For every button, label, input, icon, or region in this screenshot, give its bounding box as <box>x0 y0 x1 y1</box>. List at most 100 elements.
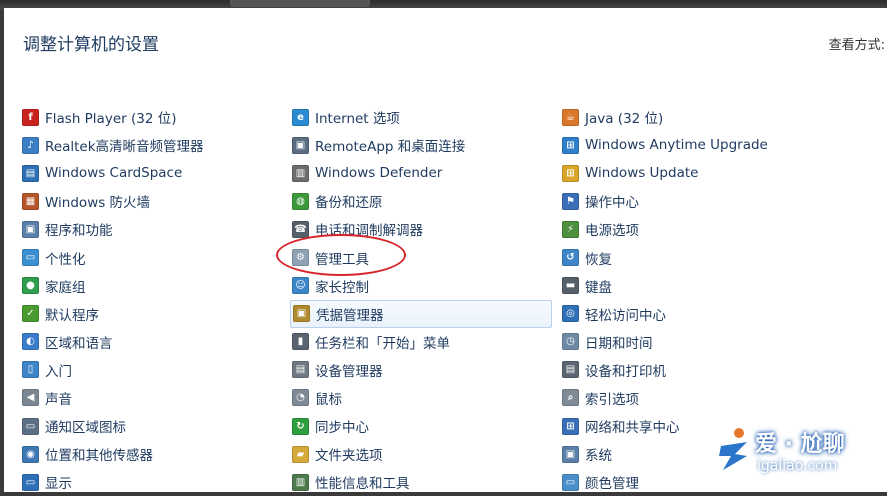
realtek-audio-icon: ♪ <box>22 136 39 154</box>
control-panel-item[interactable]: ▮ 任务栏和「开始」菜单 <box>290 328 552 356</box>
control-panel-item[interactable]: e Internet 选项 <box>290 103 552 131</box>
control-panel-item[interactable]: ☕ Java (32 位) <box>560 103 822 131</box>
item-label: 电源选项 <box>585 223 639 240</box>
control-panel-item[interactable]: ↻ 同步中心 <box>290 412 552 440</box>
item-label: 性能信息和工具 <box>315 476 410 493</box>
control-panel-item[interactable]: ☺ 家长控制 <box>290 272 552 300</box>
windows-update-icon: ⊞ <box>562 164 579 182</box>
credential-manager-icon: ▣ <box>293 305 310 323</box>
item-label: 显示 <box>45 476 72 493</box>
control-panel-item[interactable]: ⊞ Windows Update <box>560 159 822 187</box>
item-label: 个性化 <box>45 251 86 268</box>
backup-icon: ◍ <box>292 192 309 210</box>
control-panel-item[interactable]: ▰ 文件夹选项 <box>290 440 552 468</box>
personalization-icon: ▭ <box>22 249 39 267</box>
notification-area-icon: ▭ <box>22 417 39 435</box>
folder-options-icon: ▰ <box>292 445 309 463</box>
item-label: 区域和语言 <box>45 335 113 352</box>
item-label: 凭据管理器 <box>316 307 384 324</box>
item-label: Internet 选项 <box>315 111 400 128</box>
watermark-text: 爱 · 尬聊 <box>755 432 845 457</box>
control-panel-item[interactable]: ▣ 程序和功能 <box>20 215 282 243</box>
performance-icon: ▥ <box>292 473 309 491</box>
sound-icon: ◀ <box>22 389 39 407</box>
parental-controls-icon: ☺ <box>292 277 309 295</box>
item-label: 设备管理器 <box>315 363 383 380</box>
firewall-icon: ▦ <box>22 192 39 210</box>
internet-options-icon: e <box>292 108 309 126</box>
item-label: 家长控制 <box>315 279 369 296</box>
page-title: 调整计算机的设置 <box>23 35 159 55</box>
action-center-icon: ⚑ <box>562 192 579 210</box>
control-panel-item[interactable]: ◔ 鼠标 <box>290 384 552 412</box>
column-2: e Internet 选项 ▣ RemoteApp 和桌面连接 ▥ Windows Def… <box>290 103 552 496</box>
control-panel-item[interactable]: ▭ 个性化 <box>20 243 282 271</box>
taskbar-icon: ▮ <box>292 333 309 351</box>
indexing-icon: ⌕ <box>562 389 579 407</box>
control-panel-item[interactable]: ▯ 入门 <box>20 356 282 384</box>
item-label: Windows Defender <box>315 165 443 182</box>
control-panel-item[interactable]: ⚡ 电源选项 <box>560 215 822 243</box>
item-label: 颜色管理 <box>585 476 639 493</box>
item-label: 系统 <box>585 448 612 465</box>
anytime-upgrade-icon: ⊞ <box>562 136 579 154</box>
control-panel-item[interactable]: ◉ 位置和其他传感器 <box>20 440 282 468</box>
control-panel-item[interactable]: ▥ Windows Defender <box>290 159 552 187</box>
control-panel-window: 调整计算机的设置 查看方式: f Flash Player (32 位) ♪ Real… <box>4 8 887 492</box>
item-label: 文件夹选项 <box>315 448 383 465</box>
control-panel-item[interactable]: ◀ 声音 <box>20 384 282 412</box>
item-label: 设备和打印机 <box>585 363 666 380</box>
item-label: Flash Player (32 位) <box>45 111 177 128</box>
control-panel-item[interactable]: ▦ Windows 防火墙 <box>20 187 282 215</box>
date-time-icon: ◷ <box>562 333 579 351</box>
control-panel-item[interactable]: ✓ 默认程序 <box>20 300 282 328</box>
sync-center-icon: ↻ <box>292 417 309 435</box>
ease-of-access-icon: ◎ <box>562 305 579 323</box>
control-panel-item[interactable]: ◐ 区域和语言 <box>20 328 282 356</box>
item-label: 索引选项 <box>585 391 639 408</box>
control-panel-item[interactable]: ▤ Windows CardSpace <box>20 159 282 187</box>
sensors-icon: ◉ <box>22 445 39 463</box>
control-panel-item[interactable]: ▤ 设备和打印机 <box>560 356 822 384</box>
control-panel-item[interactable]: ↺ 恢复 <box>560 243 822 271</box>
control-panel-item[interactable]: f Flash Player (32 位) <box>20 103 282 131</box>
control-panel-item[interactable]: ▬ 键盘 <box>560 272 822 300</box>
view-by-selector[interactable]: 查看方式: <box>829 34 885 53</box>
control-panel-item[interactable]: ◷ 日期和时间 <box>560 328 822 356</box>
flash-icon: f <box>22 108 39 126</box>
item-label: 程序和功能 <box>45 223 113 240</box>
item-label: 电话和调制解调器 <box>315 223 423 240</box>
control-panel-item[interactable]: ⚑ 操作中心 <box>560 187 822 215</box>
recovery-icon: ↺ <box>562 249 579 267</box>
control-panel-item[interactable]: ⌕ 索引选项 <box>560 384 822 412</box>
item-label: 网络和共享中心 <box>585 420 680 437</box>
control-panel-item[interactable]: ⚙ 管理工具 <box>290 243 552 271</box>
network-sharing-icon: ⊞ <box>562 417 579 435</box>
default-programs-icon: ✓ <box>22 305 39 323</box>
item-label: 同步中心 <box>315 420 369 437</box>
item-label: 轻松访问中心 <box>585 307 666 324</box>
item-label: 备份和还原 <box>315 195 383 212</box>
item-label: Windows Anytime Upgrade <box>585 137 768 154</box>
control-panel-item[interactable]: ● 家庭组 <box>20 272 282 300</box>
control-panel-item[interactable]: ▣ 凭据管理器 <box>290 299 552 328</box>
keyboard-icon: ▬ <box>562 277 579 295</box>
region-icon: ◐ <box>22 333 39 351</box>
control-panel-item[interactable]: ▣ RemoteApp 和桌面连接 <box>290 131 552 159</box>
device-manager-icon: ▤ <box>292 361 309 379</box>
control-panel-item[interactable]: ▤ 设备管理器 <box>290 356 552 384</box>
devices-printers-icon: ▤ <box>562 361 579 379</box>
column-1: f Flash Player (32 位) ♪ Realtek高清晰音频管理器 ▤ Win… <box>20 103 282 496</box>
remoteapp-icon: ▣ <box>292 136 309 154</box>
item-label: 入门 <box>45 363 72 380</box>
control-panel-item[interactable]: ◎ 轻松访问中心 <box>560 300 822 328</box>
control-panel-item[interactable]: ▭ 通知区域图标 <box>20 412 282 440</box>
item-label: Windows Update <box>585 165 699 182</box>
control-panel-item[interactable]: ♪ Realtek高清晰音频管理器 <box>20 131 282 159</box>
cardspace-icon: ▤ <box>22 164 39 182</box>
item-label: 任务栏和「开始」菜单 <box>315 335 450 352</box>
control-panel-item[interactable]: ☎ 电话和调制解调器 <box>290 215 552 243</box>
item-label: RemoteApp 和桌面连接 <box>315 139 466 156</box>
control-panel-item[interactable]: ⊞ Windows Anytime Upgrade <box>560 131 822 159</box>
control-panel-item[interactable]: ◍ 备份和还原 <box>290 187 552 215</box>
